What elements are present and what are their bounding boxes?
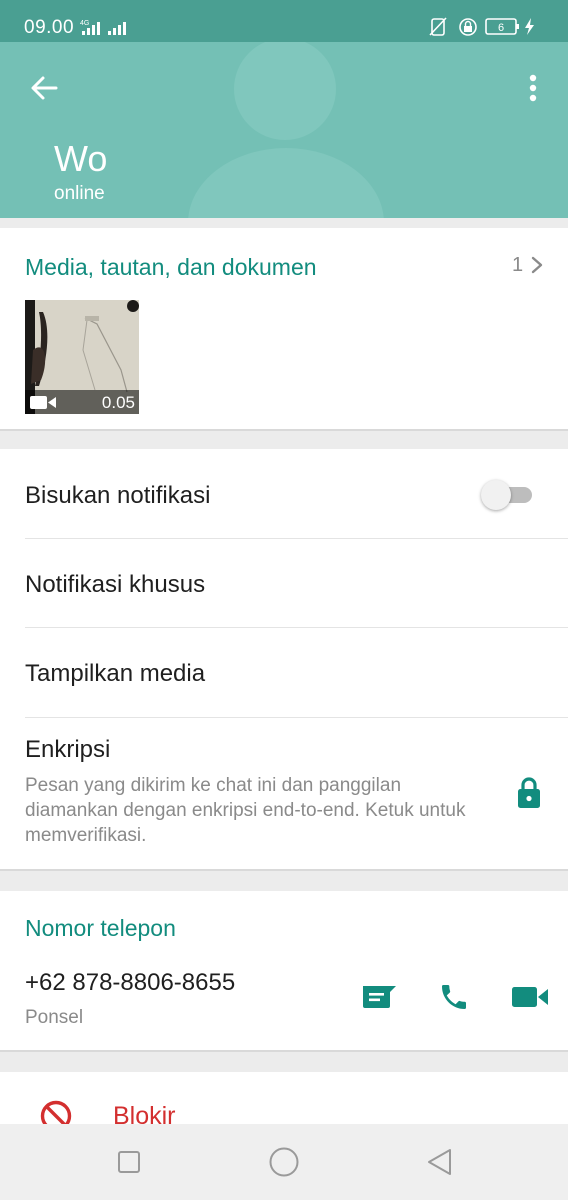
- phone-section: Nomor telepon +62 878-8806-8655 Ponsel: [0, 891, 568, 1052]
- thumbnail-overlay: 0.05: [25, 390, 139, 414]
- back-arrow-icon[interactable]: [24, 68, 64, 108]
- signal-icon: 4G: [80, 20, 126, 35]
- status-icons: 6: [429, 17, 534, 36]
- lock-icon: [518, 777, 540, 808]
- media-visibility-row[interactable]: Tampilkan media: [0, 628, 568, 717]
- media-section-title[interactable]: Media, tautan, dan dokumen: [25, 254, 317, 281]
- nav-back-icon[interactable]: [425, 1147, 453, 1177]
- encryption-description: Pesan yang dikirim ke chat ini dan pangg…: [25, 775, 466, 846]
- navigation-bar: [0, 1124, 568, 1200]
- video-duration: 0.05: [101, 393, 135, 412]
- contact-header: Wo online: [0, 42, 568, 218]
- contact-name: Wo: [54, 138, 108, 179]
- encryption-label: Enkripsi: [25, 736, 111, 763]
- media-thumbnail[interactable]: 0.05: [25, 300, 139, 414]
- chevron-right-icon[interactable]: [529, 255, 545, 275]
- video-camera-icon: [30, 396, 56, 409]
- battery-level: 6: [498, 22, 504, 34]
- avatar-body: [188, 148, 384, 218]
- phone-section-title: Nomor telepon: [25, 915, 176, 941]
- phone-icon[interactable]: [438, 981, 470, 1013]
- phone-type: Ponsel: [25, 1007, 84, 1028]
- message-icon[interactable]: [360, 984, 398, 1010]
- custom-notifications-row[interactable]: Notifikasi khusus: [0, 539, 568, 627]
- custom-notifications-label: Notifikasi khusus: [25, 571, 206, 598]
- avatar[interactable]: [234, 42, 336, 140]
- contact-status: online: [54, 183, 105, 204]
- media-section: Media, tautan, dan dokumen 1 0.05: [0, 228, 568, 431]
- phone-number[interactable]: +62 878-8806-8655: [25, 969, 235, 997]
- mute-notifications-label: Bisukan notifikasi: [25, 482, 211, 509]
- media-count[interactable]: 1: [512, 254, 523, 277]
- mute-notifications-row[interactable]: Bisukan notifikasi: [0, 449, 568, 538]
- status-bar: 09.00 4G 6: [0, 0, 568, 42]
- recent-apps-icon[interactable]: [117, 1150, 141, 1174]
- status-time: 09.00: [24, 17, 75, 38]
- encryption-row[interactable]: Enkripsi Pesan yang dikirim ke chat ini …: [0, 718, 568, 869]
- more-options-icon[interactable]: [518, 68, 548, 108]
- settings-section: Bisukan notifikasi Notifikasi khusus Tam…: [0, 449, 568, 871]
- network-label: 4G: [80, 20, 89, 27]
- media-visibility-label: Tampilkan media: [25, 660, 206, 687]
- home-icon[interactable]: [268, 1146, 300, 1178]
- mute-toggle[interactable]: [481, 480, 511, 510]
- video-call-icon[interactable]: [511, 984, 549, 1010]
